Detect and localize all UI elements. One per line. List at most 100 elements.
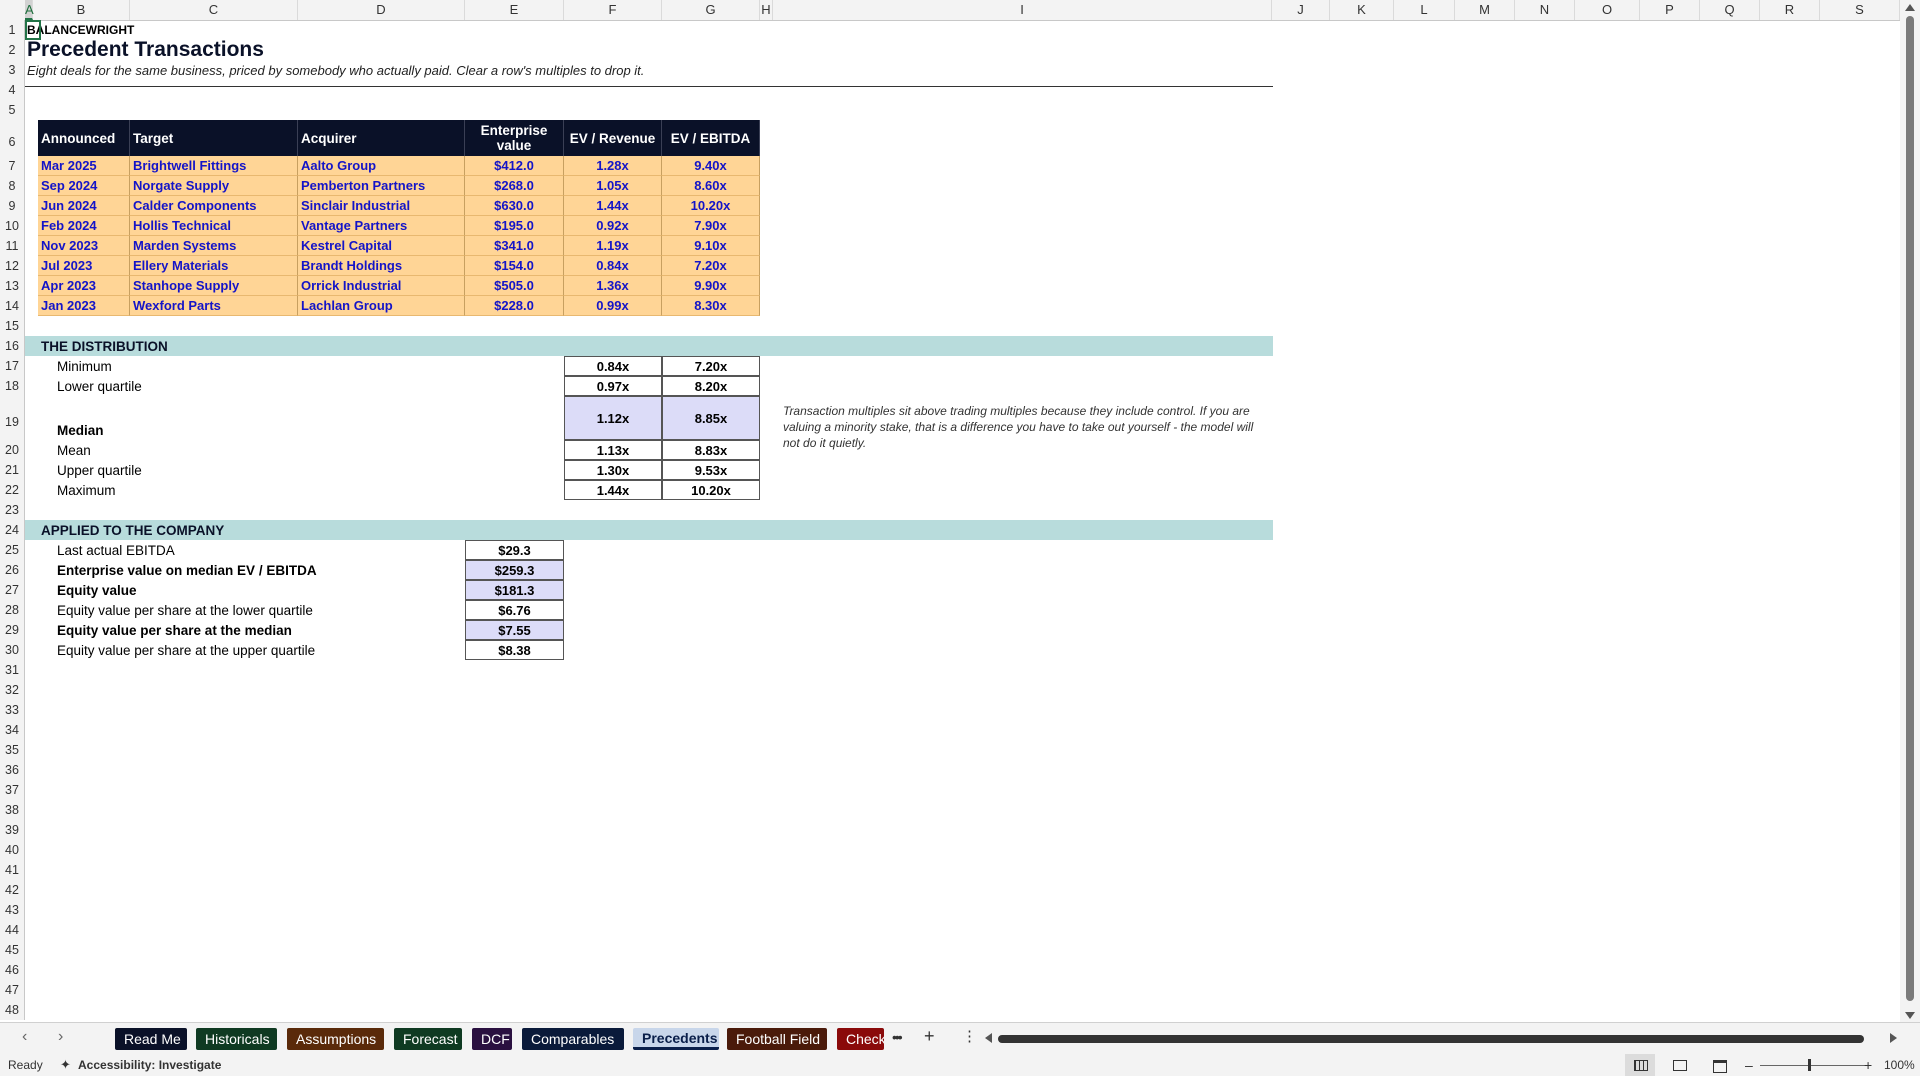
table-cell-2-2[interactable]: Sinclair Industrial <box>298 196 465 216</box>
applied-value-1[interactable]: $259.3 <box>465 560 564 580</box>
table-cell-7-1[interactable]: Wexford Parts <box>130 296 298 316</box>
zoom-level[interactable]: 100% <box>1884 1054 1915 1076</box>
row-header-28[interactable]: 28 <box>0 600 25 620</box>
table-cell-2-0[interactable]: Jun 2024 <box>38 196 130 216</box>
table-cell-0-3[interactable]: $412.0 <box>465 156 564 176</box>
distribution-ev-ebitda-2[interactable]: 8.85x <box>662 396 760 440</box>
table-cell-7-2[interactable]: Lachlan Group <box>298 296 465 316</box>
accessibility-icon[interactable]: ✦ <box>60 1054 71 1076</box>
row-header-22[interactable]: 22 <box>0 480 25 500</box>
table-cell-5-4[interactable]: 0.84x <box>564 256 662 276</box>
row-header-31[interactable]: 31 <box>0 660 25 680</box>
column-header-f[interactable]: F <box>564 0 662 20</box>
zoom-in-icon[interactable]: + <box>1864 1054 1872 1076</box>
row-header-11[interactable]: 11 <box>0 236 25 256</box>
row-header-46[interactable]: 46 <box>0 960 25 980</box>
distribution-ev-revenue-4[interactable]: 1.30x <box>564 460 662 480</box>
table-cell-7-4[interactable]: 0.99x <box>564 296 662 316</box>
zoom-out-icon[interactable]: – <box>1745 1054 1753 1076</box>
table-cell-6-2[interactable]: Orrick Industrial <box>298 276 465 296</box>
distribution-ev-ebitda-0[interactable]: 7.20x <box>662 356 760 376</box>
row-header-42[interactable]: 42 <box>0 880 25 900</box>
table-cell-3-1[interactable]: Hollis Technical <box>130 216 298 236</box>
column-header-k[interactable]: K <box>1330 0 1394 20</box>
row-header-35[interactable]: 35 <box>0 740 25 760</box>
table-cell-7-5[interactable]: 8.30x <box>662 296 760 316</box>
row-header-4[interactable]: 4 <box>0 80 25 100</box>
active-cell-outline[interactable] <box>25 20 41 40</box>
table-cell-6-1[interactable]: Stanhope Supply <box>130 276 298 296</box>
row-header-17[interactable]: 17 <box>0 356 25 376</box>
column-header-i[interactable]: I <box>773 0 1272 20</box>
table-cell-4-3[interactable]: $341.0 <box>465 236 564 256</box>
column-header-o[interactable]: O <box>1575 0 1640 20</box>
row-header-23[interactable]: 23 <box>0 500 25 520</box>
row-header-47[interactable]: 47 <box>0 980 25 1000</box>
table-cell-1-1[interactable]: Norgate Supply <box>130 176 298 196</box>
table-cell-3-3[interactable]: $195.0 <box>465 216 564 236</box>
table-cell-3-5[interactable]: 7.90x <box>662 216 760 236</box>
table-cell-5-1[interactable]: Ellery Materials <box>130 256 298 276</box>
column-header-q[interactable]: Q <box>1700 0 1760 20</box>
column-header-s[interactable]: S <box>1820 0 1900 20</box>
row-header-6[interactable]: 6 <box>0 120 25 156</box>
distribution-ev-ebitda-5[interactable]: 10.20x <box>662 480 760 500</box>
row-header-34[interactable]: 34 <box>0 720 25 740</box>
sheet-tab-historicals[interactable]: Historicals <box>196 1028 277 1050</box>
column-header-j[interactable]: J <box>1272 0 1330 20</box>
applied-value-5[interactable]: $8.38 <box>465 640 564 660</box>
row-header-27[interactable]: 27 <box>0 580 25 600</box>
distribution-ev-revenue-1[interactable]: 0.97x <box>564 376 662 396</box>
add-sheet-icon[interactable]: + <box>924 1026 935 1047</box>
row-header-13[interactable]: 13 <box>0 276 25 296</box>
hscroll-right-arrow-icon[interactable] <box>1890 1033 1897 1043</box>
row-header-36[interactable]: 36 <box>0 760 25 780</box>
next-sheet-arrow-icon[interactable]: › <box>58 1028 63 1046</box>
table-cell-4-1[interactable]: Marden Systems <box>130 236 298 256</box>
sheet-tab-football-field[interactable]: Football Field <box>727 1028 827 1050</box>
row-header-44[interactable]: 44 <box>0 920 25 940</box>
sheet-options-icon[interactable]: ⋮ <box>962 1027 977 1045</box>
table-header-2[interactable]: Acquirer <box>298 120 465 156</box>
table-cell-2-3[interactable]: $630.0 <box>465 196 564 216</box>
row-header-38[interactable]: 38 <box>0 800 25 820</box>
row-header-9[interactable]: 9 <box>0 196 25 216</box>
row-header-5[interactable]: 5 <box>0 100 25 120</box>
column-header-h[interactable]: H <box>760 0 773 20</box>
table-cell-1-2[interactable]: Pemberton Partners <box>298 176 465 196</box>
distribution-ev-revenue-3[interactable]: 1.13x <box>564 440 662 460</box>
row-header-15[interactable]: 15 <box>0 316 25 336</box>
sheet-tab-comparables[interactable]: Comparables <box>522 1028 624 1050</box>
row-header-26[interactable]: 26 <box>0 560 25 580</box>
column-header-m[interactable]: M <box>1455 0 1515 20</box>
spreadsheet-grid[interactable]: ABCDEFGHIJKLMNOPQRS 1 2 3 4 5 6 7 8 9 10 11 12 13 14 1… <box>0 0 1900 1022</box>
column-header-c[interactable]: C <box>130 0 298 20</box>
table-cell-3-0[interactable]: Feb 2024 <box>38 216 130 236</box>
distribution-ev-ebitda-4[interactable]: 9.53x <box>662 460 760 480</box>
applied-value-0[interactable]: $29.3 <box>465 540 564 560</box>
row-header-43[interactable]: 43 <box>0 900 25 920</box>
table-cell-7-0[interactable]: Jan 2023 <box>38 296 130 316</box>
row-header-3[interactable]: 3 <box>0 60 25 80</box>
sheet-tab-read-me[interactable]: Read Me <box>115 1028 187 1050</box>
applied-value-3[interactable]: $6.76 <box>465 600 564 620</box>
row-header-24[interactable]: 24 <box>0 520 25 540</box>
row-header-48[interactable]: 48 <box>0 1000 25 1020</box>
table-cell-6-3[interactable]: $505.0 <box>465 276 564 296</box>
table-cell-4-5[interactable]: 9.10x <box>662 236 760 256</box>
distribution-ev-revenue-0[interactable]: 0.84x <box>564 356 662 376</box>
table-cell-1-5[interactable]: 8.60x <box>662 176 760 196</box>
row-header-41[interactable]: 41 <box>0 860 25 880</box>
column-header-n[interactable]: N <box>1515 0 1575 20</box>
sheet-tab-forecast[interactable]: Forecast <box>394 1028 462 1050</box>
table-cell-4-4[interactable]: 1.19x <box>564 236 662 256</box>
column-header-b[interactable]: B <box>33 0 130 20</box>
table-cell-0-2[interactable]: Aalto Group <box>298 156 465 176</box>
table-cell-5-5[interactable]: 7.20x <box>662 256 760 276</box>
table-header-3[interactable]: Enterprise value <box>465 120 564 156</box>
table-cell-6-0[interactable]: Apr 2023 <box>38 276 130 296</box>
column-header-l[interactable]: L <box>1394 0 1455 20</box>
row-header-7[interactable]: 7 <box>0 156 25 176</box>
table-cell-1-3[interactable]: $268.0 <box>465 176 564 196</box>
table-cell-4-2[interactable]: Kestrel Capital <box>298 236 465 256</box>
